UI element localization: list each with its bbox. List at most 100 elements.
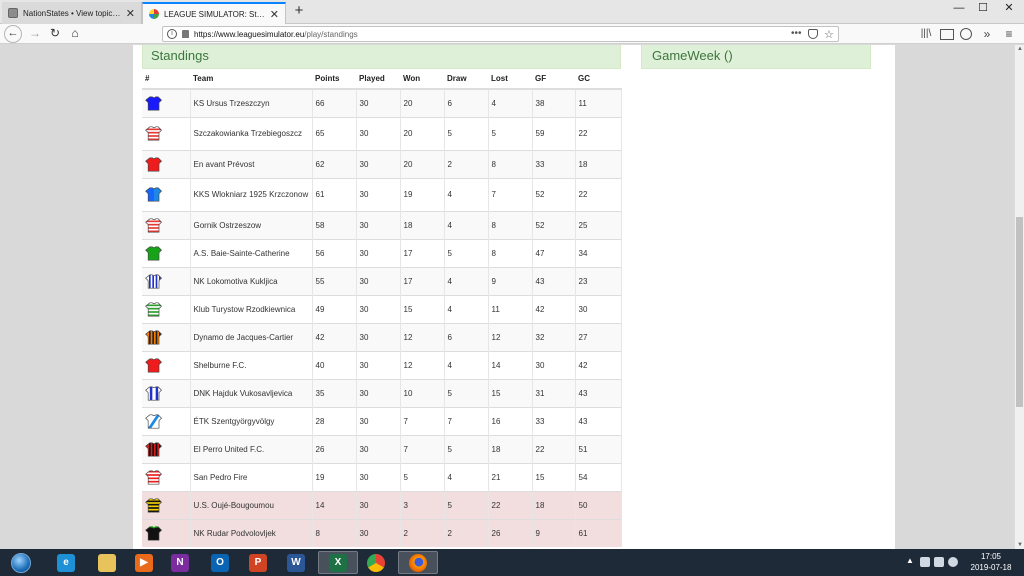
taskbar-app-excel[interactable]: X	[318, 551, 358, 574]
address-bar[interactable]: i https://www.leaguesimulator.eu/play/st…	[162, 26, 839, 42]
speaker-icon[interactable]	[934, 557, 944, 567]
close-window-button[interactable]: ✕	[996, 0, 1022, 18]
won-value: 19	[400, 177, 445, 211]
team-name[interactable]: DNK Hajduk Vukosavljevica	[190, 378, 313, 407]
windows-start-orb-icon	[11, 552, 31, 573]
library-icon[interactable]: |||\	[918, 27, 934, 41]
column-header-team[interactable]: Team	[190, 69, 312, 90]
taskbar-app-firefox[interactable]	[398, 551, 438, 574]
back-button[interactable]: ←	[4, 25, 22, 43]
table-row: A.S. Baie-Sainte-Catherine 56 30 17 5 8 47 34	[142, 238, 622, 267]
tab-nationstates[interactable]: NationStates • View topic - Ten ✕	[2, 2, 142, 24]
url-text[interactable]: https://www.leaguesimulator.eu/play/stan…	[194, 30, 358, 39]
tab-league-simulator[interactable]: LEAGUE SIMULATOR: Standings ✕	[142, 2, 286, 24]
forward-button[interactable]: →	[27, 26, 43, 42]
played-value: 30	[356, 434, 401, 463]
column-header-gf[interactable]: GF	[532, 69, 575, 90]
hamburger-menu-icon[interactable]: ≡	[1002, 27, 1016, 41]
pocket-icon[interactable]	[808, 29, 818, 39]
team-name[interactable]: KKS Wlokniarz 1925 Krzczonow	[190, 177, 313, 211]
taskbar-app-file-explorer[interactable]	[87, 551, 127, 574]
media-player-icon: ▶	[135, 553, 153, 572]
gf-value: 32	[532, 322, 576, 351]
draw-value: 5	[444, 434, 489, 463]
team-shirt-icon	[145, 498, 162, 512]
column-header-draw[interactable]: Draw	[444, 69, 488, 90]
draw-value: 2	[444, 518, 489, 547]
points-value: 62	[312, 149, 357, 178]
start-button[interactable]	[3, 551, 39, 574]
lost-value: 15	[488, 378, 533, 407]
scrollbar-thumb[interactable]	[1016, 217, 1023, 407]
shirt-cell	[142, 434, 191, 463]
table-row: ÉTK Szentgyörgyvölgy 28 30 7 7 16 33 43	[142, 406, 622, 435]
team-name[interactable]: ÉTK Szentgyörgyvölgy	[190, 406, 313, 435]
taskbar-app-chrome[interactable]	[356, 551, 396, 574]
table-row: Dynamo de Jacques-Cartier 42 30 12 6 12 32 27	[142, 322, 622, 351]
taskbar-app-internet-explorer[interactable]: e	[46, 551, 86, 574]
page-viewport: Standings # Team Points Played Won Draw …	[0, 45, 1014, 549]
column-header-points[interactable]: Points	[312, 69, 356, 90]
taskbar-clock[interactable]: 17:05 2019-07-18	[963, 551, 1019, 573]
minimize-button[interactable]: —	[946, 0, 972, 18]
scroll-down-icon[interactable]: ▼	[1017, 542, 1023, 548]
team-name[interactable]: Klub Turystow Rzodkiewnica	[190, 294, 313, 323]
team-name[interactable]: En avant Prévost	[190, 149, 313, 178]
reload-button[interactable]: ↻	[47, 26, 63, 42]
won-value: 15	[400, 294, 445, 323]
close-tab-icon[interactable]: ✕	[126, 7, 135, 20]
sidebar-icon[interactable]	[940, 29, 954, 40]
team-name[interactable]: Dynamo de Jacques-Cartier	[190, 322, 313, 351]
column-header-lost[interactable]: Lost	[488, 69, 532, 90]
played-value: 30	[356, 518, 401, 547]
gf-value: 9	[532, 518, 576, 547]
team-shirt-icon	[145, 330, 162, 344]
new-tab-button[interactable]: +	[290, 2, 308, 22]
site-info-icon[interactable]: i	[167, 29, 177, 39]
column-header-rank: #	[142, 69, 190, 90]
account-icon[interactable]	[960, 28, 972, 40]
page-actions-icon[interactable]: •••	[791, 28, 802, 39]
home-button[interactable]: ⌂	[67, 26, 83, 42]
nationstates-favicon-icon	[8, 8, 18, 18]
team-name[interactable]: Szczakowianka Trzebiegoszcz	[190, 116, 313, 150]
team-name[interactable]: NK Rudar Podvolovljek	[190, 518, 313, 547]
page-content: Standings # Team Points Played Won Draw …	[133, 45, 895, 549]
team-name[interactable]: El Perro United F.C.	[190, 434, 313, 463]
points-value: 14	[312, 490, 357, 519]
network-icon[interactable]	[920, 557, 930, 567]
taskbar-app-word[interactable]: W	[276, 551, 316, 574]
taskbar-app-media-player[interactable]: ▶	[124, 551, 164, 574]
lock-icon	[182, 30, 189, 38]
taskbar-app-onenote[interactable]: N	[160, 551, 200, 574]
overflow-menu-icon[interactable]: »	[980, 27, 994, 41]
team-name[interactable]: Shelburne F.C.	[190, 350, 313, 379]
clock-date: 2019-07-18	[970, 563, 1012, 572]
column-header-played[interactable]: Played	[356, 69, 400, 90]
bookmark-star-icon[interactable]: ☆	[824, 28, 834, 41]
team-name[interactable]: A.S. Baie-Sainte-Catherine	[190, 238, 313, 267]
team-shirt-icon	[145, 218, 162, 232]
draw-value: 5	[444, 490, 489, 519]
maximize-button[interactable]: ☐	[970, 0, 996, 18]
team-name[interactable]: NK Lokomotiva Kukljica	[190, 266, 313, 295]
team-name[interactable]: San Pedro Fire	[190, 462, 313, 491]
team-name[interactable]: Gornik Ostrzeszow	[190, 210, 313, 239]
close-tab-icon[interactable]: ✕	[270, 8, 279, 21]
column-header-gc[interactable]: GC	[575, 69, 621, 90]
show-hidden-icons-icon[interactable]: ▲	[906, 556, 914, 565]
taskbar-app-outlook[interactable]: O	[200, 551, 240, 574]
notification-icon[interactable]	[948, 557, 958, 567]
gf-value: 47	[532, 238, 576, 267]
team-shirt-icon	[145, 96, 162, 111]
scroll-up-icon[interactable]: ▲	[1017, 46, 1023, 52]
won-value: 20	[400, 88, 445, 117]
column-header-won[interactable]: Won	[400, 69, 444, 90]
team-name[interactable]: U.S. Oujé-Bougoumou	[190, 490, 313, 519]
team-name[interactable]: KS Ursus Trzeszczyn	[190, 88, 313, 117]
draw-value: 5	[444, 116, 489, 150]
draw-value: 5	[444, 238, 489, 267]
taskbar-app-powerpoint[interactable]: P	[238, 551, 278, 574]
played-value: 30	[356, 294, 401, 323]
page-scrollbar[interactable]: ▲ ▼	[1014, 45, 1024, 549]
